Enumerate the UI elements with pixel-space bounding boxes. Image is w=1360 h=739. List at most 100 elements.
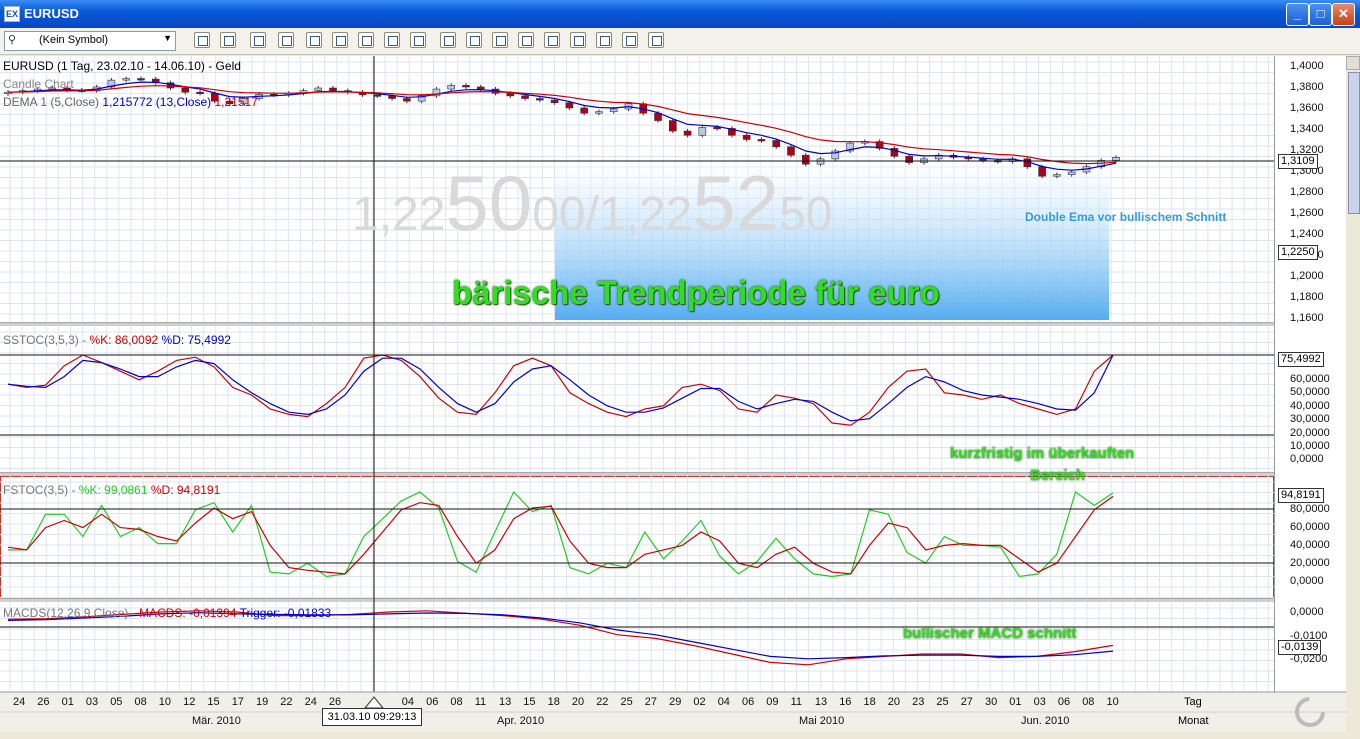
price-axis-tick: 1,2400 [1290, 228, 1324, 240]
dema-fast-value: 1,215772 [102, 95, 153, 109]
candle-body [476, 86, 485, 90]
sstoc-axis-tick: 20,0000 [1290, 426, 1330, 439]
candle-body [580, 107, 588, 114]
day-tick-label: 01 [1009, 696, 1022, 708]
day-tick-label: 16 [839, 696, 852, 708]
price-axis-tick: 1,2600 [1290, 207, 1324, 219]
sstoc-k-value: %K: 86,0092 [89, 333, 159, 347]
annotation-double-ema: Double Ema vor bullischem Schnitt [1025, 210, 1227, 224]
candle-body [447, 85, 456, 90]
candle-body [550, 99, 559, 103]
day-tick-label: 27 [960, 696, 973, 708]
vertical-scrollbar[interactable] [1346, 56, 1360, 712]
candle-body [787, 146, 795, 156]
dema-legend: DEMA 1 (5,Close) 1,215772 (13,Close) 1,2… [3, 95, 258, 109]
sstoc-k-line [7, 354, 1114, 426]
candle-body [329, 87, 337, 91]
price-axis-tick: 1,4000 [1290, 60, 1324, 72]
sstoc-d-value: %D: 75,4992 [161, 333, 231, 347]
fstoc-axis-tick: 40,0000 [1290, 539, 1330, 551]
candle-body [1053, 174, 1061, 177]
sstoc-axis-tick: 60,0000 [1290, 373, 1330, 385]
price-axis-tick: 1,3600 [1290, 102, 1324, 114]
price-axis-tick: 1,3400 [1290, 123, 1324, 135]
dema-slow-param: (13,Close) [155, 95, 212, 109]
price-panel-header: EURUSD (1 Tag, 23.02.10 - 14.06.10) - Ge… [3, 59, 241, 73]
fstoc-axis-tick: 0,0000 [1290, 575, 1324, 587]
day-tick-label: 22 [280, 696, 293, 708]
period-month-label[interactable]: Monat [1178, 715, 1209, 727]
dema-slow-value: 1,21517 [214, 95, 258, 109]
day-tick-label: 02 [693, 696, 706, 708]
sstoc-value-box: 75,4992 [1278, 352, 1324, 367]
candle-body [713, 127, 721, 130]
day-tick-label: 01 [61, 696, 74, 708]
fstoc-k-value: %K: 99,0861 [78, 483, 148, 497]
candle-body [565, 102, 574, 109]
candle-body [388, 95, 396, 99]
day-tick-label: 15 [207, 696, 220, 708]
candle-body [462, 85, 470, 88]
candle-body [137, 78, 145, 81]
day-tick-label: 10 [1106, 696, 1119, 708]
candle-body [772, 140, 781, 148]
day-tick-label: 09 [766, 696, 779, 708]
candle-body [196, 91, 204, 94]
day-tick-label: 23 [912, 696, 925, 708]
day-tick-label: 06 [742, 696, 755, 708]
scroll-up-button[interactable] [1346, 56, 1360, 70]
day-tick-label: 25 [620, 696, 633, 708]
day-tick-label: 24 [304, 696, 317, 708]
annotation-overbought-2: Bereich [1030, 467, 1086, 484]
day-tick-label: 03 [85, 696, 99, 708]
day-tick-label: 27 [644, 696, 658, 708]
day-tick-label: 08 [134, 696, 147, 708]
axis-separator [1274, 56, 1275, 692]
refresh-icon[interactable] [1291, 695, 1329, 729]
fstoc-axis-tick: 20,0000 [1290, 557, 1330, 569]
scroll-thumb[interactable] [1348, 72, 1360, 214]
candle-body [1038, 166, 1046, 177]
candle-body [742, 134, 751, 140]
day-tick-label: 05 [110, 696, 123, 708]
price-axis-tick: 1,3800 [1290, 81, 1324, 93]
price-axis-tick: 1,2800 [1290, 186, 1324, 198]
candle-body [403, 98, 411, 102]
big-price-part: 1,22 [352, 188, 446, 241]
chart-canvas[interactable] [0, 0, 1360, 739]
day-tick-label: 24 [13, 696, 26, 708]
candle-body [609, 108, 618, 112]
day-tick-label: 11 [474, 696, 487, 708]
big-price-part: 50 [779, 188, 833, 241]
annotation-macd-cross: bullischer MACD schnitt [903, 625, 1077, 642]
period-day-label[interactable]: Tag [1184, 696, 1202, 708]
day-tick-label: 06 [426, 696, 439, 708]
month-tick-label: Mär. 2010 [192, 715, 241, 727]
crosshair-price-box: 1,3109 [1278, 154, 1318, 169]
fstoc-axis-tick: 80,0000 [1290, 503, 1330, 515]
candle-body [979, 158, 987, 161]
sstoc-axis-tick: 40,0000 [1290, 399, 1330, 412]
sstoc-legend: SSTOC(3,5,3) - %K: 86,0092 %D: 75,4992 [3, 333, 231, 347]
price-axis-tick: 1,1800 [1290, 291, 1324, 303]
day-tick-label: 04 [717, 696, 730, 708]
macd-value-box: -0,0139 [1278, 640, 1322, 655]
candle-body [683, 130, 692, 136]
day-tick-label: 03 [1033, 696, 1046, 708]
day-tick-label: 13 [499, 696, 512, 708]
day-tick-label: 25 [936, 696, 949, 708]
day-tick-label: 22 [596, 696, 609, 708]
live-price-display: 1,225000/1,225250 [352, 158, 833, 249]
annotation-bearish-trend: bärische Trendperiode für euro [452, 274, 940, 311]
month-tick-label: Apr. 2010 [497, 715, 545, 727]
candle-body [521, 95, 529, 99]
fstoc-d-value: %D: 94,8191 [150, 483, 221, 497]
macd-trigger-value: Trigger: -0,01833 [239, 606, 332, 620]
day-tick-label: 30 [985, 696, 998, 708]
fstoc-axis-tick: 60,0000 [1290, 521, 1330, 533]
candle-body [595, 111, 603, 114]
day-tick-label: 12 [183, 696, 196, 708]
macd-macds-value: MACDS: -0,01394 [139, 606, 237, 620]
candle-body [905, 155, 913, 163]
day-tick-label: 06 [1057, 696, 1071, 708]
